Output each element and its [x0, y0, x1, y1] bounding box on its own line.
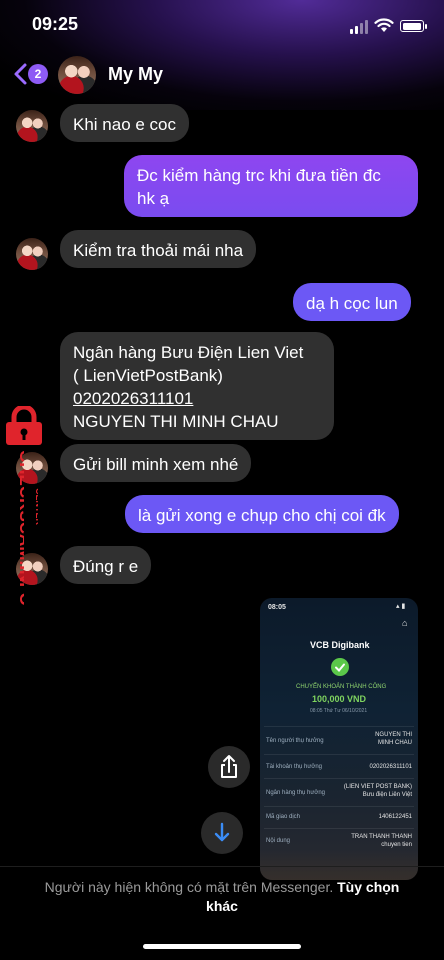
- status-time: 09:25: [32, 14, 79, 34]
- home-indicator[interactable]: [143, 944, 301, 949]
- svg-text:CHECKSCAM.INFO: CHECKSCAM.INFO: [16, 450, 24, 606]
- status-icons: ▴ ▮: [396, 603, 406, 610]
- unavailable-notice: Người này hiện không có mặt trên Messeng…: [44, 879, 400, 914]
- battery-icon: [400, 20, 427, 32]
- watermark-text: CHECKSCAM.INFO: [2, 448, 35, 628]
- city-lights: [260, 850, 418, 880]
- share-icon: [221, 755, 237, 778]
- avatar[interactable]: [16, 110, 48, 142]
- watermark-sub: CENTER: [28, 486, 44, 540]
- message-received[interactable]: Kiểm tra thoải mái nha: [60, 230, 257, 268]
- scroll-down-button[interactable]: [201, 812, 243, 854]
- lock-icon: [2, 404, 46, 446]
- success-check-icon: [331, 658, 349, 676]
- message-sent[interactable]: dạ h cọc lun: [293, 283, 411, 321]
- message-sent[interactable]: là gửi xong e chụp cho chị coi đk: [125, 495, 399, 533]
- bank-logo: VCB Digibank: [310, 640, 370, 650]
- unread-count-badge: 2: [28, 64, 48, 84]
- message-received[interactable]: Gửi bill minh xem nhé: [60, 444, 252, 482]
- wifi-icon: [374, 18, 394, 38]
- avatar[interactable]: [16, 238, 48, 270]
- contact-name[interactable]: My My: [108, 64, 163, 85]
- share-button[interactable]: [208, 746, 250, 788]
- shared-image[interactable]: 08:05 ▴ ▮ ⌂ VCB Digibank CHUYỂN KHOẢN TH…: [260, 598, 418, 880]
- message-received[interactable]: Khi nao e coc: [60, 104, 190, 142]
- svg-text:CENTER: CENTER: [34, 488, 38, 526]
- account-number-link[interactable]: 0202026311101: [73, 387, 321, 410]
- cellular-signal-icon: [350, 20, 370, 34]
- message-received[interactable]: Đúng r e: [60, 546, 152, 584]
- home-icon: ⌂: [402, 618, 408, 628]
- message-sent[interactable]: Đc kiểm hàng trc khi đưa tiền đc hk ạ: [124, 155, 418, 217]
- arrow-down-icon: [214, 822, 230, 842]
- contact-avatar[interactable]: [58, 56, 96, 94]
- footer-divider: [0, 866, 444, 867]
- message-received[interactable]: Ngân hàng Bưu Điện Lien Viet ( LienVietP…: [60, 332, 334, 440]
